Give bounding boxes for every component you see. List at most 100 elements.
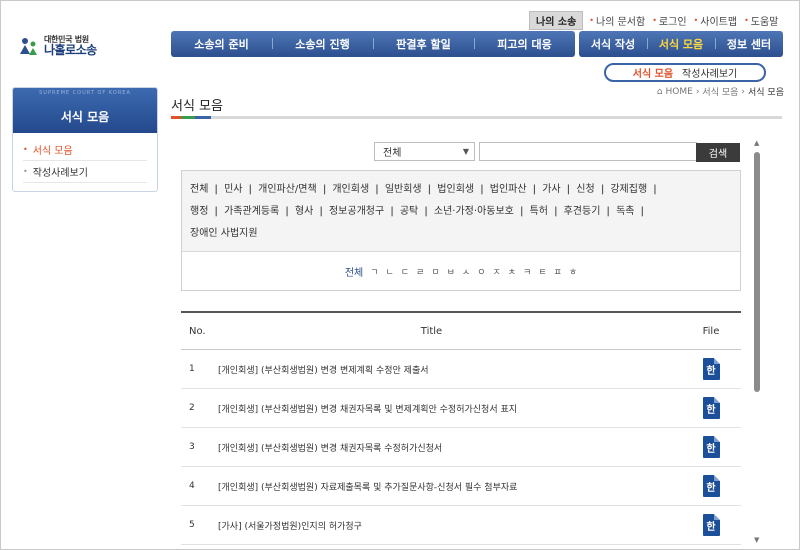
hwp-file-icon[interactable]: 한 (702, 475, 720, 497)
category-link[interactable]: 법인회생 (435, 179, 476, 201)
category-link[interactable]: 정보공개청구 (327, 201, 386, 223)
row-title-link[interactable]: [가사] (서울가정법원)인지의 허가청구 (216, 519, 681, 532)
category-link[interactable]: 법인파산 (488, 179, 529, 201)
category-link[interactable]: 후견등기 (562, 201, 603, 223)
consonant-link[interactable]: ㅎ (569, 265, 577, 278)
scroll-down-icon[interactable]: ▼ (754, 536, 759, 544)
category-link[interactable]: 특허 (528, 201, 550, 223)
category-separator: | (214, 206, 219, 217)
category-link[interactable]: 장애인 사법지원 (188, 223, 260, 245)
consonant-link[interactable]: ㅍ (554, 265, 562, 278)
category-separator: | (600, 184, 605, 195)
chevron-down-icon: ▼ (462, 147, 469, 156)
table-row: 3 [개인회생] (부산회생법원) 변경 채권자목록 수정허가신청서 한 (181, 428, 741, 467)
search-button[interactable]: 검색 (696, 143, 740, 162)
category-link[interactable]: 행정 (188, 201, 210, 223)
page-title: 서식 모음 (171, 99, 223, 114)
category-link[interactable]: 일반회생 (383, 179, 424, 201)
scroll-up-icon[interactable]: ▲ (754, 139, 759, 147)
bullet-icon: • (589, 16, 595, 25)
row-title-link[interactable]: [개인회생] (부산회생법원) 자료제출목록 및 추가질문사항-신청서 필수 첨… (216, 480, 681, 493)
consonant-link[interactable]: ㄹ (416, 265, 424, 278)
nav-item-info-center[interactable]: 정보 센터 (715, 36, 783, 52)
util-link-help[interactable]: • 도움말 (744, 13, 778, 28)
consonant-link[interactable]: ㅈ (492, 265, 500, 278)
consonant-link[interactable]: ㅇ (477, 265, 485, 278)
nav-item-form-write[interactable]: 서식 작성 (579, 36, 647, 52)
category-row: 장애인 사법지원 (188, 223, 734, 245)
category-separator: | (566, 184, 571, 195)
consonant-link[interactable]: ㄴ (386, 265, 394, 278)
util-link-sitemap[interactable]: • 사이트맵 (694, 13, 738, 28)
consonant-link[interactable]: ㄷ (401, 265, 409, 278)
tab-examples[interactable]: 작성사례보기 (682, 65, 737, 80)
side-nav-title: 서식 모음 (60, 110, 110, 124)
my-case-button[interactable]: 나의 소송 (529, 11, 584, 30)
nav-item-preparation[interactable]: 소송의 준비 (171, 36, 272, 52)
category-link[interactable]: 독촉 (614, 201, 636, 223)
row-title-link[interactable]: [개인회생] (부산회생법원) 변경 변제계획 수정안 제출서 (216, 363, 681, 376)
category-link[interactable]: 전체 (188, 179, 210, 201)
tab-form-collection[interactable]: 서식 모음 (633, 65, 673, 80)
row-file: 한 (681, 514, 741, 536)
consonant-link[interactable]: ㅌ (538, 265, 546, 278)
chevron-right-icon: › (741, 86, 746, 97)
consonant-all[interactable]: 전체 (345, 264, 363, 279)
util-link-documents[interactable]: • 나의 문서함 (589, 13, 645, 28)
bullet-icon: • (23, 167, 28, 176)
home-icon[interactable]: ⌂ (657, 87, 663, 97)
breadcrumb-home[interactable]: HOME (666, 87, 693, 97)
side-nav-item-forms[interactable]: • 서식 모음 (23, 139, 147, 161)
category-link[interactable]: 가사 (540, 179, 562, 201)
category-separator: | (248, 184, 253, 195)
hwp-file-icon[interactable]: 한 (702, 436, 720, 458)
select-value: 전체 (383, 148, 402, 159)
util-link-login[interactable]: • 로그인 (652, 13, 686, 28)
global-nav: 소송의 준비 소송의 진행 판결후 할일 피고의 대응 (171, 31, 575, 57)
search-input[interactable] (479, 142, 697, 161)
breadcrumb-mid[interactable]: 서식 모음 (702, 85, 738, 98)
side-nav-item-examples[interactable]: • 작성사례보기 (23, 161, 147, 183)
category-select[interactable]: 전체 ▼ (374, 142, 475, 161)
consonant-link[interactable]: ㅊ (508, 265, 516, 278)
logo-title: 나홀로소송 (44, 42, 97, 57)
category-link[interactable]: 신청 (574, 179, 596, 201)
util-link-label: 사이트맵 (700, 17, 738, 28)
hwp-file-icon[interactable]: 한 (702, 514, 720, 536)
category-link[interactable]: 소년·가정·아동보호 (432, 201, 516, 223)
category-separator: | (653, 184, 657, 195)
nav-item-defendant[interactable]: 피고의 대응 (474, 36, 575, 52)
row-title-link[interactable]: [개인회생] (부산회생법원) 변경 채권자목록 수정허가신청서 (216, 441, 681, 454)
site-logo[interactable]: 대한민국 법원 나홀로소송 (16, 34, 97, 58)
forms-table: No. Title File 1 [개인회생] (부산회생법원) 변경 변제계획 … (181, 311, 741, 545)
utility-menu: 나의 소송 • 나의 문서함 • 로그인 • 사이트맵 • 도움말 (529, 11, 785, 30)
consonant-link[interactable]: ㄱ (370, 265, 378, 278)
category-link[interactable]: 공탁 (398, 201, 420, 223)
category-filter: 전체 | 민사 | 개인파산/면책 | 개인회생 | 일반회생 | 법인회생 | 법인파산 | 가사 | 신청 |… (181, 170, 741, 291)
hwp-icon-glyph: 한 (706, 404, 716, 416)
row-title-link[interactable]: [개인회생] (부산회생법원) 변경 채권자목록 및 변제계획안 수정허가신청서… (216, 402, 681, 415)
consonant-link[interactable]: ㅋ (523, 265, 531, 278)
category-separator: | (606, 206, 611, 217)
hwp-icon-glyph: 한 (706, 482, 716, 494)
category-link[interactable]: 강제집행 (608, 179, 649, 201)
util-link-label: 로그인 (658, 17, 687, 28)
consonant-link[interactable]: ㅅ (462, 265, 470, 278)
nav-item-progress[interactable]: 소송의 진행 (272, 36, 373, 52)
hwp-icon-glyph: 한 (706, 365, 716, 377)
consonant-link[interactable]: ㅂ (447, 265, 455, 278)
scrollbar[interactable]: ▲ ▼ (751, 139, 763, 544)
category-link[interactable]: 형사 (293, 201, 315, 223)
category-link[interactable]: 개인회생 (330, 179, 371, 201)
category-link[interactable]: 가족관계등록 (222, 201, 281, 223)
category-link[interactable]: 민사 (222, 179, 244, 201)
category-separator: | (319, 206, 323, 217)
nav-item-form-collection[interactable]: 서식 모음 (647, 36, 715, 52)
hwp-file-icon[interactable]: 한 (702, 397, 720, 419)
nav-item-after-judgment[interactable]: 판결후 할일 (373, 36, 474, 52)
category-link[interactable]: 개인파산/면책 (256, 179, 319, 201)
scrollbar-thumb[interactable] (754, 152, 760, 392)
consonant-link[interactable]: ㅁ (431, 265, 439, 278)
hwp-file-icon[interactable]: 한 (702, 358, 720, 380)
category-list: 전체 | 민사 | 개인파산/면책 | 개인회생 | 일반회생 | 법인회생 | 법인파산 | 가사 | 신청 |… (182, 171, 740, 252)
